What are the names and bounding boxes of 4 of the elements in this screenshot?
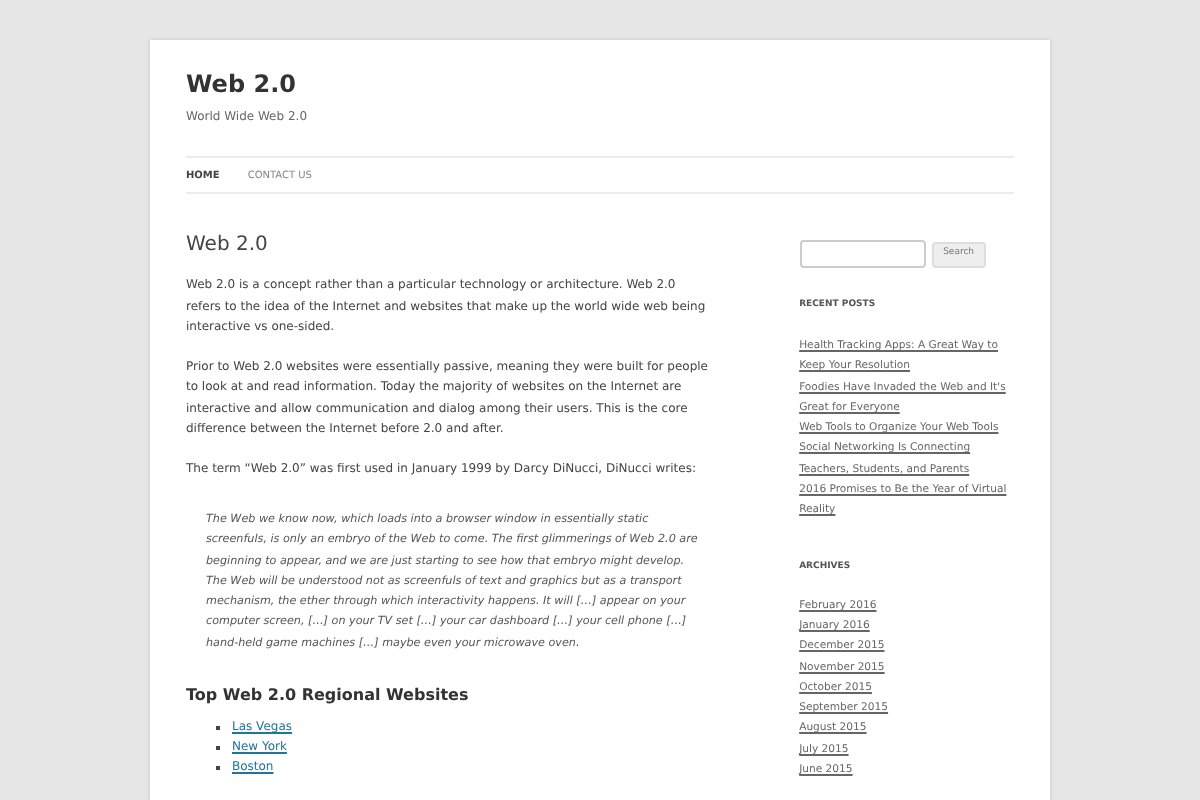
site-title[interactable]: Web 2.0 [186, 68, 1014, 100]
section-heading: Top Web 2.0 Regional Websites [186, 686, 471, 707]
search-field[interactable] [799, 240, 926, 268]
article-title: Web 2.0 [186, 234, 270, 258]
